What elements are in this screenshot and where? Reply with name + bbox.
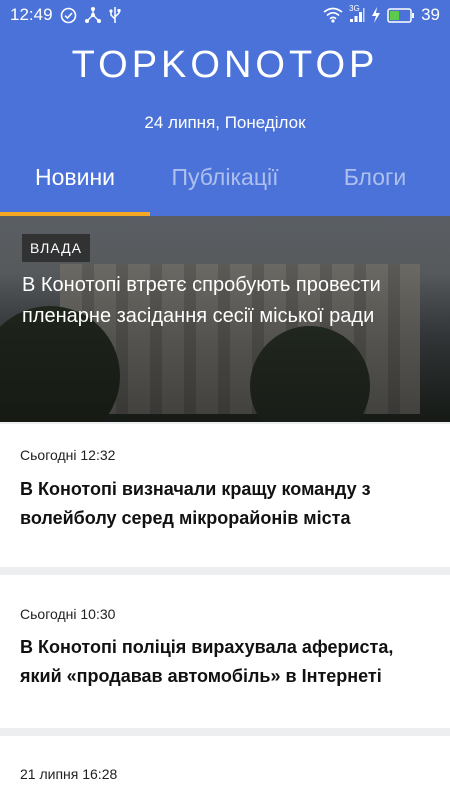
featured-title: В Конотопі втретє спробують провести пле… <box>22 274 381 327</box>
current-date: 24 липня, Понеділок <box>144 113 306 132</box>
wifi-icon <box>323 7 343 23</box>
article-title: В Конотопі визначали кращу команду з вол… <box>20 479 371 528</box>
app-logo: TOPKONOTOP <box>71 44 379 86</box>
app-header: 12:49 3G 39 TOPKONOTOP 24 липня, Понеділ… <box>0 0 450 216</box>
tab-publications[interactable]: Публікації <box>150 152 300 216</box>
article-time: 21 липня 16:28 <box>20 766 118 782</box>
featured-article[interactable]: ВЛАДА В Конотопі втретє спробують провес… <box>0 216 450 422</box>
nodes-icon <box>84 6 102 24</box>
signal-icon: 3G <box>349 4 365 23</box>
tab-blogs[interactable]: Блоги <box>300 152 450 216</box>
status-time: 12:49 <box>10 5 53 24</box>
list-item[interactable]: 21 липня 16:28 <box>0 736 450 800</box>
battery-icon <box>387 7 415 23</box>
status-bar: 12:49 3G 39 <box>0 0 450 30</box>
battery-level: 39 <box>421 5 440 24</box>
article-time: Сьогодні 12:32 <box>20 447 116 463</box>
list-item[interactable]: Сьогодні 10:30 В Конотопі поліція вираху… <box>0 575 450 728</box>
list-item[interactable]: Сьогодні 12:32 В Конотопі визначали кращ… <box>0 424 450 567</box>
usb-icon <box>108 6 121 24</box>
category-badge: ВЛАДА <box>22 234 90 262</box>
category-tabs: Новини Публікації Блоги <box>0 152 450 216</box>
article-time: Сьогодні 10:30 <box>20 606 116 622</box>
charging-icon <box>371 7 381 23</box>
tab-news[interactable]: Новини <box>0 152 150 216</box>
article-title: В Конотопі поліція вирахувала афериста, … <box>20 637 394 686</box>
network-label: 3G <box>349 4 360 13</box>
check-circle-icon <box>60 7 77 24</box>
